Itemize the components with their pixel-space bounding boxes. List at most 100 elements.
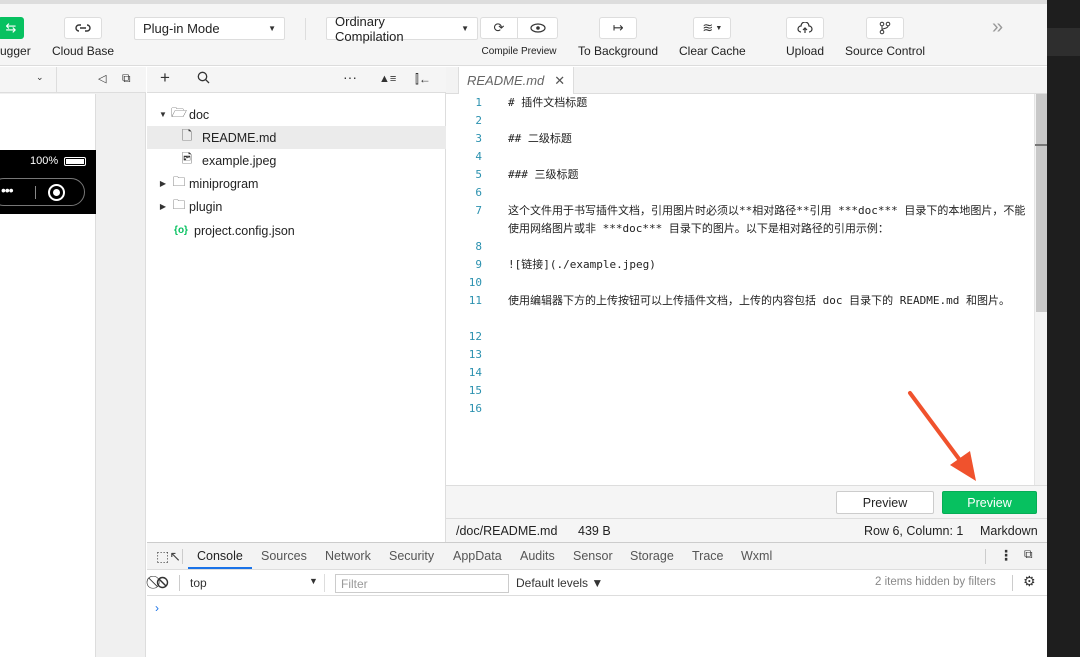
- tab-storage[interactable]: Storage: [630, 549, 674, 563]
- code-line: ### 三级标题: [508, 168, 579, 181]
- mode-select[interactable]: Plug-in Mode ▼: [134, 17, 285, 40]
- title-strip: [0, 0, 1047, 4]
- scrollbar-thumb[interactable]: [1036, 94, 1047, 312]
- upload-label: Upload: [786, 44, 825, 58]
- line-number: 3: [475, 132, 482, 145]
- settings-gear-icon[interactable]: ⚙: [1023, 573, 1036, 590]
- tree-item-label: project.config.json: [194, 223, 295, 238]
- tree-item-label: README.md: [202, 130, 277, 145]
- console-filter-bar: ⃠ top ▼ Filter Default levels ▼ 2 items …: [147, 570, 1047, 596]
- status-cursor-position[interactable]: Row 6, Column: 1: [864, 524, 963, 538]
- code-line: ## 二级标题: [508, 132, 572, 145]
- cloud-link-icon: [64, 17, 103, 39]
- folder-icon: 🗀: [172, 173, 186, 189]
- line-number: 11: [468, 294, 482, 307]
- markdown-preview-bar: Preview Preview: [446, 485, 1047, 518]
- tab-wxml[interactable]: Wxml: [741, 549, 772, 563]
- tab-sensor[interactable]: Sensor: [573, 549, 613, 563]
- tree-item-example-jpeg[interactable]: 🖻 example.jpeg: [147, 149, 446, 172]
- source-control-label: Source Control: [845, 44, 926, 58]
- kebab-menu-icon[interactable]: ⋮: [999, 547, 1013, 564]
- background-window-bar: [1047, 28, 1080, 56]
- line-number: 7: [475, 204, 482, 217]
- line-number: 6: [475, 186, 482, 199]
- collapse-all-icon[interactable]: ▲≡: [379, 73, 396, 85]
- tree-item-readme[interactable]: 🗋 README.md: [147, 126, 446, 149]
- volume-icon[interactable]: ◁: [98, 72, 106, 85]
- tree-item-label: miniprogram: [189, 176, 259, 191]
- console-filter-input[interactable]: Filter: [335, 574, 509, 593]
- detach-window-icon[interactable]: ⧉: [122, 71, 131, 86]
- refresh-icon[interactable]: ⟳: [480, 17, 518, 39]
- tree-item-doc[interactable]: ▼ 🗁 doc: [147, 103, 446, 126]
- preview-button-secondary[interactable]: Preview: [836, 491, 934, 514]
- active-tab-indicator: [188, 567, 252, 569]
- code-line: 使用编辑器下方的上传按钮可以上传插件文档，上传的内容包括 doc 目录下的 RE…: [508, 294, 1010, 307]
- context-select[interactable]: top ▼: [183, 574, 325, 592]
- tab-audits[interactable]: Audits: [520, 549, 555, 563]
- tab-trace[interactable]: Trace: [692, 549, 724, 563]
- line-number: 9: [475, 258, 482, 271]
- chevron-down-icon[interactable]: ⌄: [36, 72, 44, 83]
- more-dots-icon[interactable]: •••: [1, 182, 14, 198]
- line-number: 2: [475, 114, 482, 127]
- divider: [179, 575, 180, 591]
- tab-readme[interactable]: README.md ✕: [458, 67, 575, 94]
- tree-item-project-config[interactable]: {o} project.config.json: [147, 219, 446, 242]
- phone-status-bar: 100% •••: [0, 150, 96, 214]
- source-control-button[interactable]: Source Control: [845, 17, 925, 58]
- close-miniprogram-icon[interactable]: [48, 184, 65, 201]
- compile-mode-select[interactable]: Ordinary Compilation ▼: [326, 14, 478, 44]
- line-number: 14: [468, 366, 482, 379]
- status-language[interactable]: Markdown: [980, 524, 1038, 538]
- eye-icon[interactable]: [518, 17, 558, 39]
- code-line: # 插件文档标题: [508, 96, 588, 109]
- line-number: 5: [475, 168, 482, 181]
- tab-appdata[interactable]: AppData: [453, 549, 502, 563]
- add-icon[interactable]: +: [160, 68, 170, 88]
- config-file-icon: {o}: [174, 225, 188, 236]
- line-number: 16: [468, 402, 482, 415]
- mode-select-value: Plug-in Mode: [143, 21, 220, 36]
- tab-network[interactable]: Network: [325, 549, 371, 563]
- log-levels-select[interactable]: Default levels ▼: [516, 576, 603, 590]
- to-background-button[interactable]: ↦ To Background: [578, 17, 658, 58]
- editor-scrollbar[interactable]: [1034, 94, 1047, 486]
- close-icon[interactable]: ✕: [554, 73, 565, 89]
- block-icon[interactable]: [156, 576, 169, 589]
- to-background-label: To Background: [578, 44, 659, 58]
- divider: [182, 549, 183, 564]
- tree-item-plugin[interactable]: ▶ 🗀 plugin: [147, 195, 446, 218]
- line-number: 13: [468, 348, 482, 361]
- image-file-icon: 🖻: [181, 150, 193, 166]
- cloud-upload-icon: [786, 17, 825, 39]
- triangle-right-icon: ▶: [159, 179, 167, 188]
- phone-screen[interactable]: 100% •••: [0, 94, 96, 657]
- debugger-button[interactable]: ⇆ ugger: [0, 17, 31, 58]
- debugger-label: ugger: [0, 44, 31, 58]
- cloud-base-button[interactable]: Cloud Base: [52, 17, 114, 58]
- triangle-right-icon: ▶: [159, 202, 167, 211]
- upload-button[interactable]: Upload: [786, 17, 824, 58]
- inspect-element-icon[interactable]: ⬚↖: [156, 548, 181, 565]
- dock-side-icon[interactable]: ⧉: [1024, 547, 1033, 562]
- tab-console[interactable]: Console: [197, 549, 243, 563]
- tab-security[interactable]: Security: [389, 549, 434, 563]
- console-prompt[interactable]: ›: [155, 601, 159, 615]
- clear-cache-button[interactable]: ≋ ▼ Clear Cache: [679, 17, 746, 58]
- tab-sources[interactable]: Sources: [261, 549, 307, 563]
- divider: [1012, 575, 1013, 591]
- search-icon[interactable]: [197, 71, 210, 87]
- more-toolbar-icon[interactable]: »: [992, 16, 1003, 39]
- menu-capsule[interactable]: •••: [0, 178, 85, 206]
- background-window: [1047, 0, 1080, 657]
- line-number: 12: [468, 330, 482, 343]
- preview-button-primary[interactable]: Preview: [942, 491, 1037, 514]
- annotation-arrow-icon: [908, 391, 976, 481]
- code-line: 这个文件用于书写插件文档，引用图片时必须以**相对路径**引用 ***doc**…: [508, 204, 1026, 235]
- editor-tab-bar: README.md ✕: [446, 67, 1047, 94]
- code-line: ![链接](./example.jpeg): [508, 258, 656, 271]
- more-icon[interactable]: ···: [343, 69, 357, 85]
- tree-item-miniprogram[interactable]: ▶ 🗀 miniprogram: [147, 172, 446, 195]
- hide-tree-icon[interactable]: ⫿←: [415, 72, 431, 87]
